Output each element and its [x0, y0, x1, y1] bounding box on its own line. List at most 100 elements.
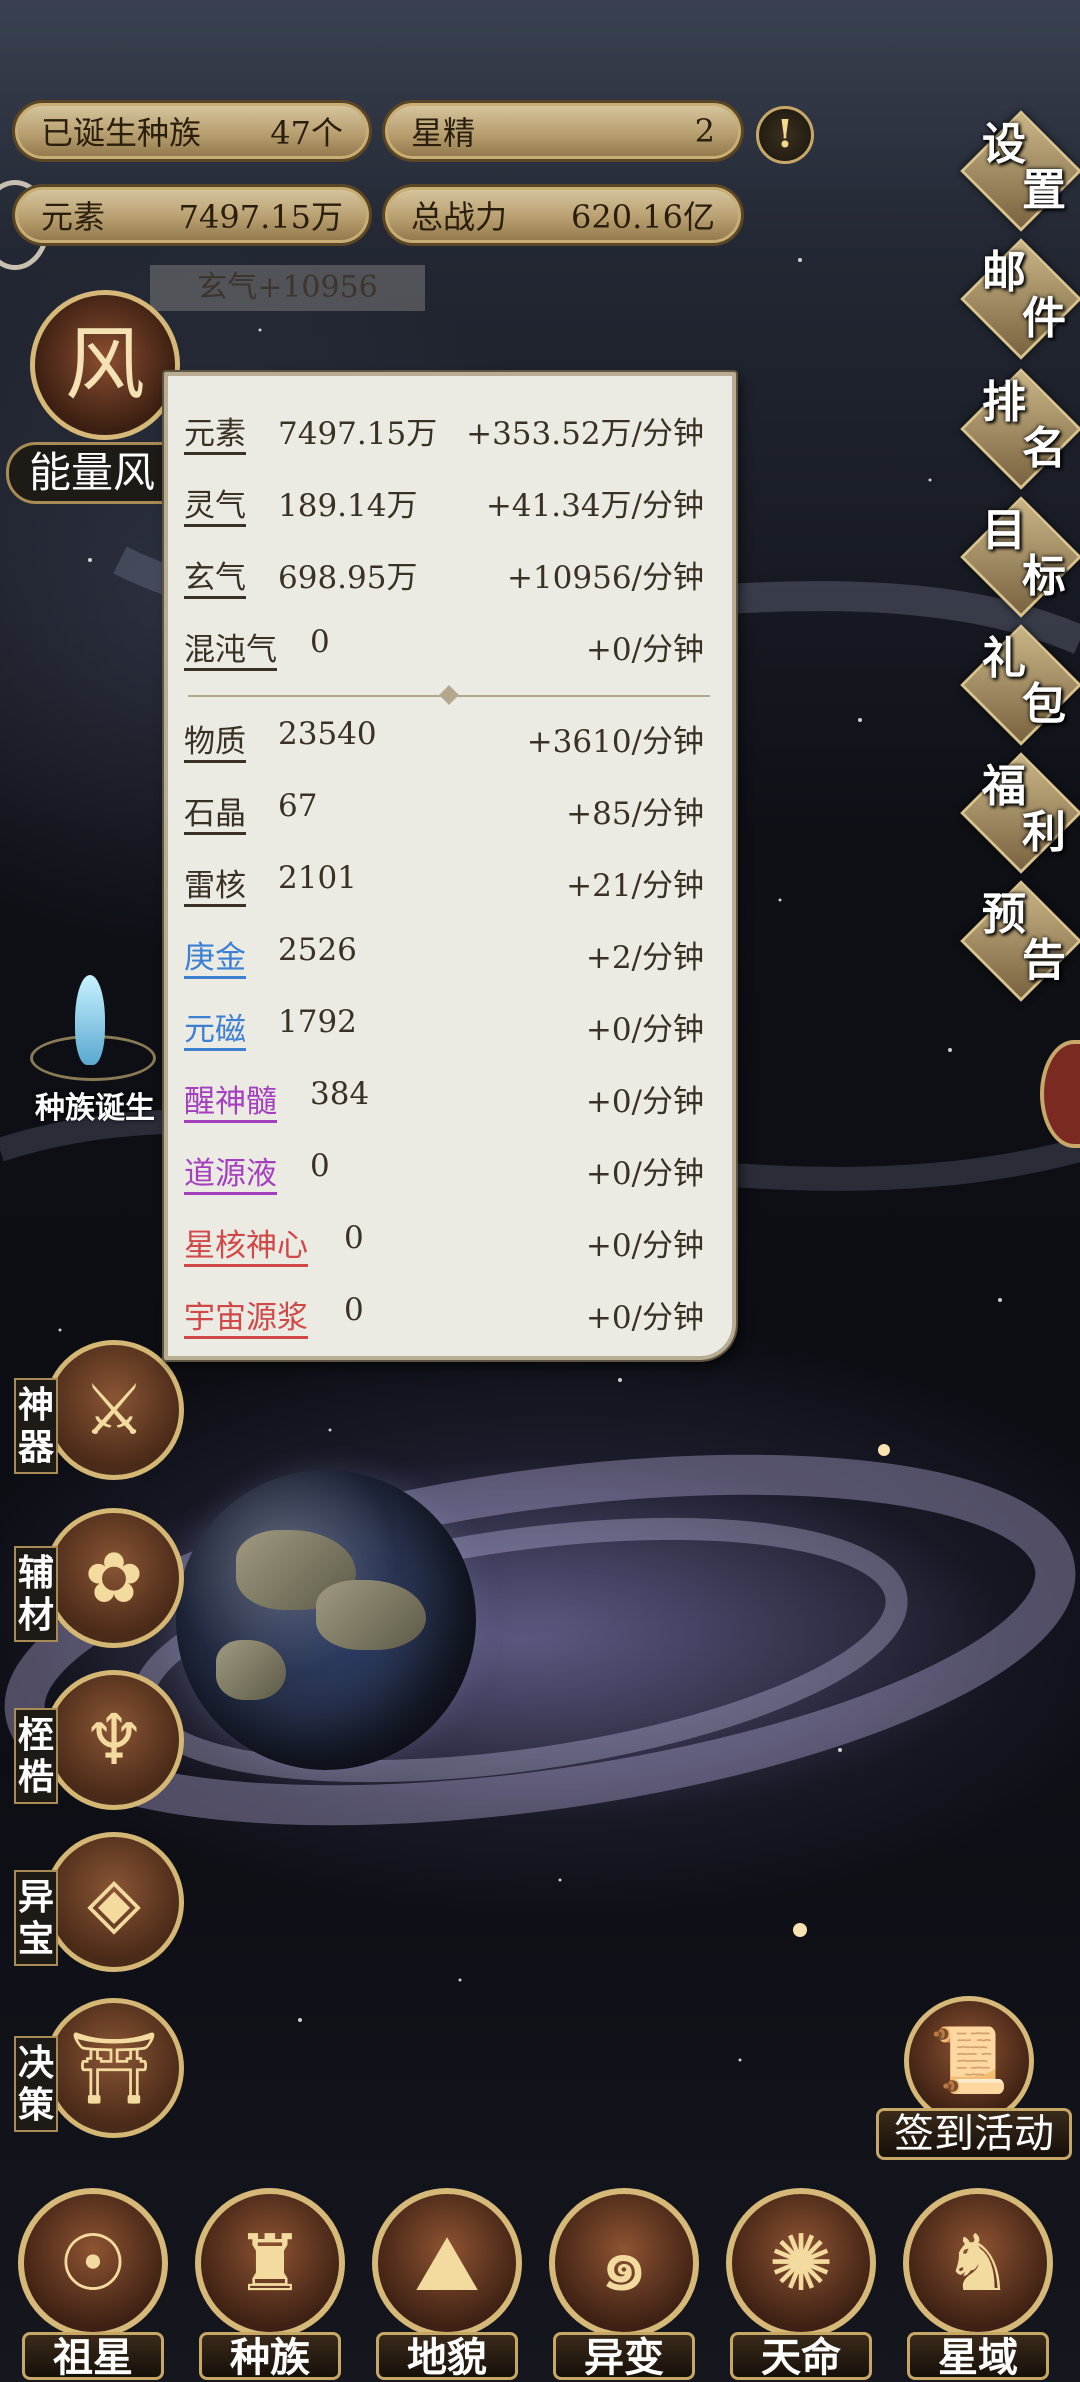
resource-name[interactable]: 混沌气: [184, 624, 277, 669]
planet-orbit-icon: ☉: [18, 2188, 168, 2338]
resource-name[interactable]: 雷核: [184, 860, 246, 905]
species-birth-label: 种族诞生: [35, 1091, 155, 1126]
pavilion-icon: ⛩: [44, 1998, 184, 2138]
resource-rate: +85/分钟: [566, 796, 704, 832]
resource-value: 1792: [278, 1004, 357, 1040]
menu-char-2: 置: [1022, 165, 1066, 216]
resource-value: 7497.15万: [278, 416, 438, 452]
nav-label: 种族: [199, 2332, 341, 2381]
species-born-value: 47个: [270, 114, 343, 152]
resource-name[interactable]: 宇宙源浆: [184, 1292, 308, 1337]
goals-button[interactable]: 目 标: [960, 490, 1080, 618]
resource-rate: +41.34万/分钟: [485, 488, 704, 524]
sign-in-activity-button[interactable]: 📜 签到活动: [872, 1996, 1072, 2166]
species-born-stat[interactable]: 已诞生种族 47个: [12, 100, 372, 162]
treasure-label: 异 宝: [14, 1870, 58, 1966]
species-born-label: 已诞生种族: [41, 114, 202, 152]
resource-row: 石晶 67 +85/分钟: [184, 776, 704, 836]
gem-icon: ◈: [44, 1832, 184, 1972]
resource-name[interactable]: 庚金: [184, 932, 246, 977]
star-essence-label: 星精: [411, 114, 476, 152]
resource-row: 道源液 0 +0/分钟: [184, 1136, 704, 1196]
energy-wind-label[interactable]: 能量风: [6, 442, 176, 504]
energy-wind-icon[interactable]: 风: [30, 290, 180, 440]
resource-name[interactable]: 星核神心: [184, 1220, 308, 1265]
species-birth-button[interactable]: 种族诞生: [20, 975, 160, 1126]
resource-name[interactable]: 道源液: [184, 1148, 277, 1193]
resource-name[interactable]: 石晶: [184, 788, 246, 833]
resource-name[interactable]: 玄气: [184, 552, 246, 597]
auxiliary-label: 辅 材: [14, 1546, 58, 1642]
menu-char-1: 排: [982, 377, 1026, 428]
ranking-button[interactable]: 排 名: [960, 362, 1080, 490]
nav-ancestor-star[interactable]: ☉ 祖星: [10, 2188, 175, 2382]
menu-char-1: 预: [982, 889, 1026, 940]
resource-rate: +0/分钟: [585, 1300, 704, 1336]
settings-button[interactable]: 设 置: [960, 104, 1080, 232]
label-char: 神: [17, 1384, 54, 1426]
label-char: 宝: [17, 1918, 54, 1960]
resource-value: 698.95万: [278, 560, 418, 596]
resource-row: 物质 23540 +3610/分钟: [184, 704, 704, 764]
resource-name[interactable]: 元磁: [184, 1004, 246, 1049]
nav-mutation[interactable]: ๑ 异变: [541, 2188, 706, 2382]
resource-rate: +0/分钟: [585, 1156, 704, 1192]
decision-label: 决 策: [14, 2036, 58, 2132]
resource-rate: +0/分钟: [585, 1228, 704, 1264]
nav-label: 地貌: [376, 2332, 518, 2381]
label-char: 梏: [17, 1756, 54, 1798]
resource-name[interactable]: 元素: [184, 408, 246, 453]
resource-rate: +10956/分钟: [506, 560, 704, 596]
divider-diamond-icon: [439, 685, 459, 705]
menu-char-1: 福: [982, 761, 1026, 812]
menu-char-1: 目: [982, 505, 1026, 556]
resource-value: 0: [344, 1292, 364, 1328]
decision-button[interactable]: ⛩ 决 策: [14, 1998, 184, 2148]
resource-value: 23540: [278, 716, 377, 752]
destiny-icon: ✺: [726, 2188, 876, 2338]
resource-value: 67: [278, 788, 318, 824]
preview-button[interactable]: 预 告: [960, 874, 1080, 1002]
label-char: 决: [17, 2042, 54, 2084]
nav-label: 星域: [907, 2332, 1049, 2381]
resource-name[interactable]: 灵气: [184, 480, 246, 525]
element-value: 7497.15万: [178, 198, 343, 236]
artifact-button[interactable]: ⚔ 神 器: [14, 1340, 184, 1490]
alert-icon[interactable]: !: [756, 106, 814, 164]
nav-terrain[interactable]: ⛰ 地貌: [364, 2188, 529, 2382]
total-power-stat[interactable]: 总战力 620.16亿: [382, 184, 744, 246]
nav-species[interactable]: ♜ 种族: [187, 2188, 352, 2382]
star-essence-value: 2: [694, 112, 715, 150]
shackles-button[interactable]: ♆ 桎 梏: [14, 1670, 184, 1820]
nav-destiny[interactable]: ✺ 天命: [718, 2188, 883, 2382]
nav-star-domain[interactable]: ♞ 星域: [895, 2188, 1060, 2382]
resource-rate: +3610/分钟: [526, 724, 704, 760]
resource-name[interactable]: 物质: [184, 716, 246, 761]
menu-char-2: 利: [1022, 807, 1066, 858]
menu-char-2: 标: [1022, 551, 1066, 602]
menu-char-1: 设: [982, 119, 1026, 170]
welfare-button[interactable]: 福 利: [960, 746, 1080, 874]
resource-rate: +0/分钟: [585, 632, 704, 668]
resource-row: 灵气 189.14万 +41.34万/分钟: [184, 468, 704, 528]
star-essence-stat[interactable]: 星精 2: [382, 100, 744, 162]
menu-char-2: 包: [1022, 679, 1066, 730]
resource-name[interactable]: 醒神髓: [184, 1076, 277, 1121]
resource-row: 玄气 698.95万 +10956/分钟: [184, 540, 704, 600]
mail-button[interactable]: 邮 件: [960, 232, 1080, 360]
resource-rate: +353.52万/分钟: [466, 416, 704, 452]
gift-pack-button[interactable]: 礼 包: [960, 618, 1080, 746]
treasure-button[interactable]: ◈ 异 宝: [14, 1832, 184, 1982]
label-char: 桎: [17, 1714, 54, 1756]
resource-value: 2101: [278, 860, 357, 896]
element-stat[interactable]: 元素 7497.15万: [12, 184, 372, 246]
continent: [316, 1580, 426, 1650]
home-planet[interactable]: [176, 1470, 476, 1770]
label-char: 材: [17, 1594, 54, 1636]
auxiliary-button[interactable]: ✿ 辅 材: [14, 1508, 184, 1658]
nav-label: 天命: [730, 2332, 872, 2381]
resource-value: 2526: [278, 932, 357, 968]
label-char: 辅: [17, 1552, 54, 1594]
total-power-value: 620.16亿: [571, 198, 715, 236]
resource-rate: +2/分钟: [585, 940, 704, 976]
